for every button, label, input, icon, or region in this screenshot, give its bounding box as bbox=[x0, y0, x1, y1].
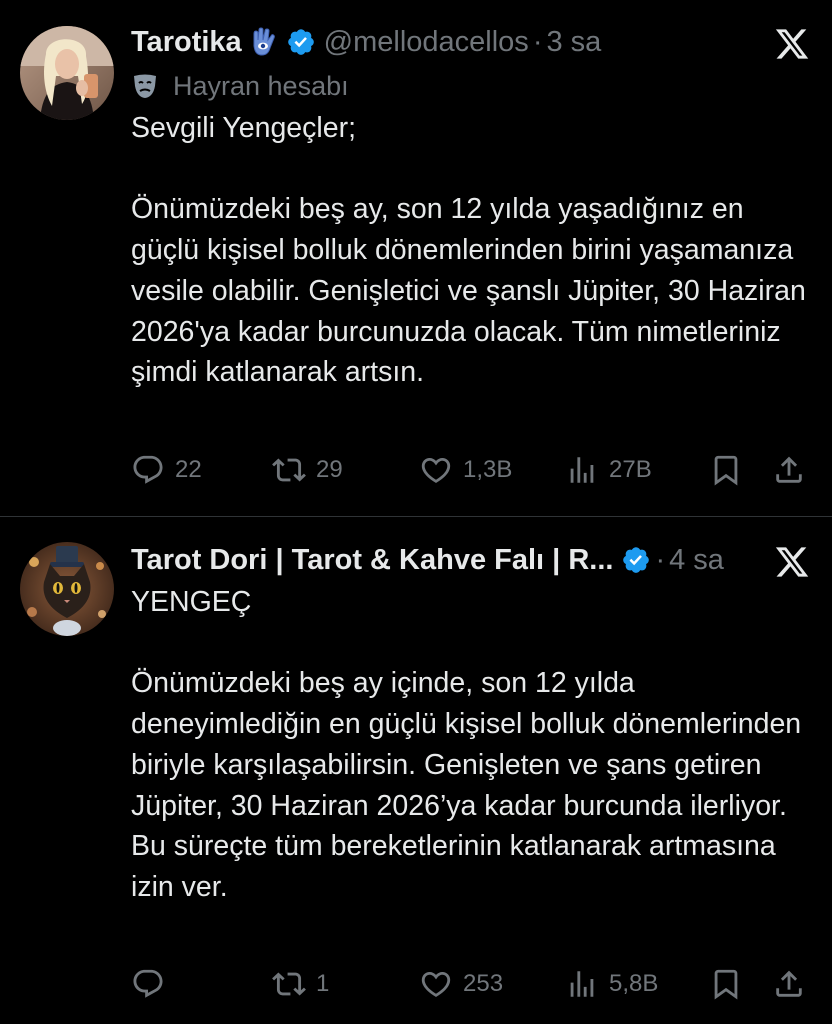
avatar[interactable] bbox=[20, 26, 114, 120]
reply-count: 22 bbox=[175, 456, 202, 483]
verified-badge-icon bbox=[623, 547, 650, 573]
fan-account-label: Hayran hesabı bbox=[131, 68, 349, 104]
views-chart-icon bbox=[570, 971, 594, 997]
reply-button[interactable] bbox=[131, 962, 175, 1006]
like-count: 1,3B bbox=[463, 456, 513, 483]
like-button[interactable]: 253 bbox=[419, 962, 503, 1006]
repost-count: 1 bbox=[316, 970, 330, 997]
tweet-actions: 22 29 1,3B 27B bbox=[131, 448, 812, 492]
fan-account-text: Hayran hesabı bbox=[173, 70, 349, 101]
like-count: 253 bbox=[463, 970, 504, 997]
tweet-text: YENGEÇ Önümüzdeki beş ay içinde, son 12 … bbox=[131, 586, 802, 903]
share-button[interactable] bbox=[772, 962, 806, 1006]
views-count: 27B bbox=[609, 456, 652, 483]
timestamp[interactable]: 4 sa bbox=[669, 544, 724, 577]
handle[interactable]: @mellodacellos bbox=[324, 26, 529, 59]
x-logo-icon bbox=[775, 29, 809, 59]
views-button[interactable]: 27B bbox=[565, 448, 652, 492]
timestamp[interactable]: 3 sa bbox=[546, 26, 601, 59]
display-name[interactable]: Tarotika bbox=[131, 26, 242, 59]
bookmark-button[interactable] bbox=[709, 448, 743, 492]
heart-icon bbox=[421, 971, 451, 997]
reply-icon bbox=[133, 455, 163, 484]
tweet-divider bbox=[0, 516, 832, 517]
repost-icon bbox=[272, 972, 306, 996]
separator-dot: · bbox=[655, 543, 666, 576]
tweet-text: Sevgili Yengeçler; Önümüzdeki beş ay, so… bbox=[131, 112, 806, 389]
repost-button[interactable]: 1 bbox=[272, 962, 329, 1006]
tweet[interactable]: Tarot Dori | Tarot & Kahve Falı | R... ·… bbox=[0, 518, 832, 1024]
bookmark-button[interactable] bbox=[709, 962, 743, 1006]
share-button[interactable] bbox=[772, 448, 806, 492]
bookmark-icon bbox=[714, 969, 738, 1000]
reply-button[interactable]: 22 bbox=[131, 448, 202, 492]
heart-icon bbox=[421, 457, 451, 483]
like-button[interactable]: 1,3B bbox=[419, 448, 512, 492]
repost-count: 29 bbox=[316, 456, 343, 483]
verified-badge-icon bbox=[287, 29, 314, 55]
avatar[interactable] bbox=[20, 542, 114, 636]
tweet-header: Tarot Dori | Tarot & Kahve Falı | R... ·… bbox=[131, 540, 732, 580]
tweet[interactable]: Tarotika @mellodacellos · 3 sa Hayran he… bbox=[0, 0, 832, 517]
display-name[interactable]: Tarot Dori | Tarot & Kahve Falı | R... bbox=[131, 544, 613, 577]
share-icon bbox=[776, 970, 802, 997]
views-chart-icon bbox=[570, 457, 594, 483]
share-icon bbox=[776, 456, 802, 483]
tweet-actions: 1 253 5,8B bbox=[131, 962, 812, 1006]
x-logo-icon bbox=[775, 547, 809, 577]
repost-button[interactable]: 29 bbox=[272, 448, 343, 492]
separator-dot: · bbox=[532, 25, 543, 58]
tweet-header: Tarotika @mellodacellos · 3 sa bbox=[131, 22, 732, 62]
repost-icon bbox=[272, 458, 306, 482]
hamsa-icon bbox=[253, 27, 275, 56]
reply-icon bbox=[133, 969, 163, 998]
bookmark-icon bbox=[714, 455, 738, 486]
theater-mask-icon bbox=[134, 74, 156, 98]
views-button[interactable]: 5,8B bbox=[565, 962, 658, 1006]
views-count: 5,8B bbox=[609, 970, 659, 997]
